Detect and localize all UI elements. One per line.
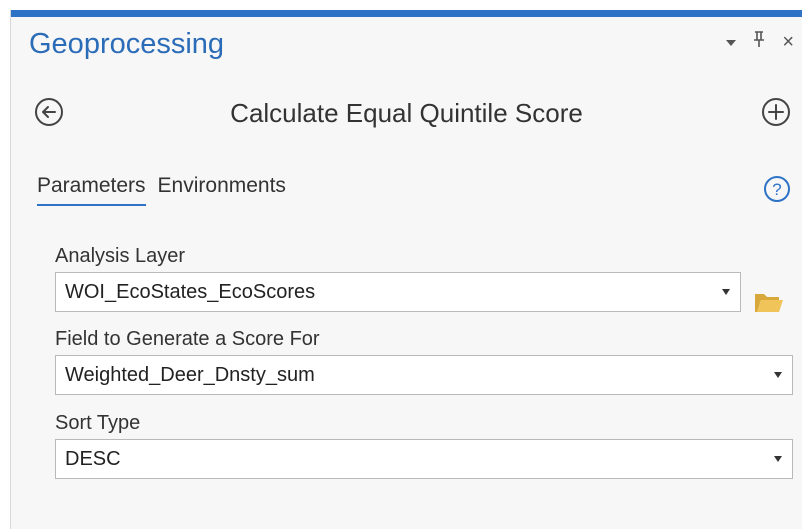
pane-title-controls: × <box>726 30 794 56</box>
tab-parameters[interactable]: Parameters <box>37 174 146 206</box>
field-value: Weighted_Deer_Dnsty_sum <box>65 364 315 386</box>
analysis-layer-value: WOI_EcoStates_EcoScores <box>65 281 316 303</box>
help-circle-icon[interactable]: ? <box>762 174 792 204</box>
tool-header: Calculate Equal Quintile Score <box>11 92 802 136</box>
field-select[interactable]: Weighted_Deer_Dnsty_sum <box>55 355 793 395</box>
field-label: Field to Generate a Score For <box>55 328 320 350</box>
plus-circle-icon[interactable] <box>760 96 792 128</box>
dropdown-arrow-icon <box>774 372 782 378</box>
close-icon[interactable]: × <box>782 30 794 56</box>
folder-open-icon[interactable] <box>753 288 785 316</box>
tab-environments[interactable]: Environments <box>158 174 286 206</box>
sort-type-label: Sort Type <box>55 412 141 434</box>
analysis-layer-select[interactable]: WOI_EcoStates_EcoScores <box>55 272 741 312</box>
pin-icon[interactable] <box>752 30 766 56</box>
chevron-down-icon[interactable] <box>726 40 737 46</box>
dropdown-arrow-icon <box>774 456 782 462</box>
pane-accent-bar <box>11 10 802 17</box>
geoprocessing-pane: Geoprocessing × Calculate Equal Quintile… <box>10 10 802 529</box>
dropdown-arrow-icon <box>722 289 730 295</box>
tool-title: Calculate Equal Quintile Score <box>230 98 583 128</box>
tab-bar: Parameters Environments <box>37 174 286 206</box>
svg-text:?: ? <box>772 180 781 199</box>
sort-type-value: DESC <box>65 448 121 470</box>
sort-type-select[interactable]: DESC <box>55 439 793 479</box>
analysis-layer-label: Analysis Layer <box>55 245 186 267</box>
pane-title: Geoprocessing <box>29 28 225 60</box>
